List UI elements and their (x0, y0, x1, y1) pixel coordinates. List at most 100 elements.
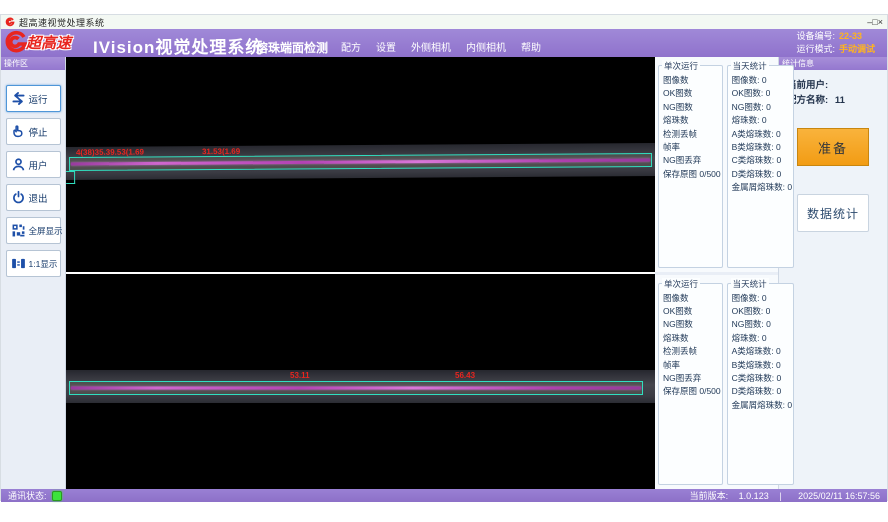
prepare-button[interactable]: 准备 (797, 128, 869, 166)
groupbox-title: 单次运行 (662, 278, 700, 290)
stat-row: 保存原图 0/500 (663, 385, 721, 398)
operation-sidebar: 操作区 运行停止用户退出全屏显示 1:1显示 (1, 57, 66, 489)
datetime-value: 2025/02/11 16:57:56 (798, 491, 880, 501)
stat-row: D类熔珠数: 0 (732, 385, 792, 398)
comm-status-indicator (52, 491, 62, 501)
version-info: 当前版本: 1.0.123 | 2025/02/11 16:57:56 (682, 489, 880, 502)
sidebar-button-label: 运行 (29, 92, 48, 106)
sidebar-button-label: 用户 (29, 158, 48, 172)
user-button[interactable]: 用户 (6, 151, 61, 178)
statusbar-separator: | (779, 491, 781, 501)
image-strip: 4(38)35.39.53(1.69 31.53(1.69 (66, 143, 655, 180)
app-logo-icon (5, 17, 15, 27)
stat-row: 熔珠数: 0 (732, 114, 792, 127)
sidebar-title: 操作区 (1, 57, 65, 70)
groupbox-title: 单次运行 (662, 60, 700, 72)
stat-row: D类熔珠数: 0 (732, 168, 792, 181)
single-run-groupbox: 单次运行图像数OK图数NG图数熔珠数检测丢帧帧率NG图丢弃保存原图 0/500 (658, 65, 723, 268)
sidebar-button-label: 1:1显示 (29, 258, 58, 270)
stat-row: C类熔珠数: 0 (732, 372, 792, 385)
stat-row: NG图数 (663, 318, 721, 331)
app-subtitle: 熔珠端面检测 (256, 39, 328, 56)
run-button[interactable]: 运行 (6, 85, 61, 112)
stat-row: 图像数 (663, 292, 721, 305)
stat-row: A类熔珠数: 0 (732, 128, 792, 141)
os-titlebar: 超高速视觉处理系统 –□× (1, 15, 887, 29)
one-to-one-display-button[interactable]: 1:1显示 (6, 250, 61, 277)
exit-button[interactable]: 退出 (6, 184, 61, 211)
stat-row: NG图丢弃 (663, 372, 721, 385)
desktop: 超高速视觉处理系统 –□× 超高速 IVision视觉处理系统 熔珠端面检测 配… (0, 0, 888, 522)
stop-icon (10, 123, 27, 140)
stat-row: 帧率 (663, 141, 721, 154)
brand-name: 超高速 (26, 32, 71, 53)
exit-icon (10, 189, 27, 206)
daily-groupbox: 当天统计图像数: 0OK图数: 0NG图数: 0熔珠数: 0A类熔珠数: 0B类… (727, 283, 794, 486)
menu-bar: 配方设置外侧相机内侧相机帮助 (341, 39, 541, 54)
window-title: 超高速视觉处理系统 (19, 16, 867, 29)
comm-status-label: 通讯状态: (8, 489, 47, 502)
recipe-name-value: 11 (835, 95, 845, 106)
device-number-value: 22-33 (839, 30, 881, 43)
stat-row: OK图数 (663, 305, 721, 318)
stop-button[interactable]: 停止 (6, 118, 61, 145)
stat-row: OK图数: 0 (732, 87, 792, 100)
groupbox-title: 当天统计 (731, 278, 769, 290)
menu-recipe[interactable]: 配方 (341, 39, 361, 54)
one-to-one-icon (10, 255, 27, 272)
groupbox-title: 当天统计 (731, 60, 769, 72)
detection-rect (69, 153, 652, 171)
image-strip: 53.11 56.43 (66, 370, 655, 403)
sidebar-button-label: 停止 (29, 125, 48, 139)
stat-row: NG图数: 0 (732, 318, 792, 331)
status-bar: 通讯状态: 当前版本: 1.0.123 | 2025/02/11 16:57:5… (1, 489, 887, 502)
brand-swirl-icon (4, 30, 28, 54)
recipe-name-row: 配方名称: 11 (787, 93, 887, 108)
stat-row: C类熔珠数: 0 (732, 154, 792, 167)
menu-settings[interactable]: 设置 (376, 39, 396, 54)
measurement-annotation: 31.53(1.69 (202, 147, 240, 156)
fullscreen-icon (10, 222, 27, 239)
stats-panel-1: 单次运行图像数OK图数NG图数熔珠数检测丢帧帧率NG图丢弃保存原图 0/500 当… (655, 57, 778, 272)
run-icon (10, 90, 27, 107)
detection-rect (69, 381, 643, 395)
stat-row: 熔珠数 (663, 332, 721, 345)
menu-help[interactable]: 帮助 (521, 39, 541, 54)
stat-row: NG图数 (663, 101, 721, 114)
app-window: 超高速视觉处理系统 –□× 超高速 IVision视觉处理系统 熔珠端面检测 配… (0, 14, 888, 501)
device-info: 设备编号: 22-33 运行模式: 手动调试 (796, 30, 881, 56)
daily-groupbox: 当天统计图像数: 0OK图数: 0NG图数: 0熔珠数: 0A类熔珠数: 0B类… (727, 65, 794, 268)
data-statistics-button[interactable]: 数据统计 (797, 194, 869, 232)
camera-view-2: 53.11 56.43 (66, 274, 655, 489)
stat-row: 检测丢帧 (663, 128, 721, 141)
app-title: IVision视觉处理系统 (93, 33, 263, 58)
main-area: 操作区 运行停止用户退出全屏显示 1:1显示 4(38)35.39.53(1.69… (1, 57, 887, 489)
stat-row: 熔珠数: 0 (732, 332, 792, 345)
window-close-button[interactable]: × (878, 17, 883, 27)
statistics-column: 单次运行图像数OK图数NG图数熔珠数检测丢帧帧率NG图丢弃保存原图 0/500当… (655, 57, 779, 489)
measurement-annotation: 56.43 (455, 371, 475, 380)
measurement-annotation: 4(38)35.39.53(1.69 (76, 148, 144, 157)
menu-inner-camera[interactable]: 内侧相机 (466, 39, 506, 54)
app-header: 超高速 IVision视觉处理系统 熔珠端面检测 配方设置外侧相机内侧相机帮助 … (1, 29, 887, 57)
info-panel-title: 统计信息 (779, 57, 887, 70)
bead-line (71, 158, 650, 165)
camera-views: 4(38)35.39.53(1.69 31.53(1.69 53.11 56.43 (66, 57, 655, 489)
stat-row: OK图数 (663, 87, 721, 100)
sidebar-button-label: 全屏显示 (29, 225, 63, 237)
menu-outer-camera[interactable]: 外侧相机 (411, 39, 451, 54)
stat-row: 图像数: 0 (732, 292, 792, 305)
camera-view-1: 4(38)35.39.53(1.69 31.53(1.69 (66, 57, 655, 272)
stat-row: NG图丢弃 (663, 154, 721, 167)
measurement-annotation: 53.11 (290, 371, 310, 380)
stats-panel-2: 单次运行图像数OK图数NG图数熔珠数检测丢帧帧率NG图丢弃保存原图 0/500当… (655, 272, 778, 490)
fullscreen-display-button[interactable]: 全屏显示 (6, 217, 61, 244)
info-panel: 统计信息 当前用户: 配方名称: 11 准备 数据统计 (779, 57, 887, 489)
run-mode-value: 手动调试 (839, 43, 881, 56)
info-rows: 当前用户: 配方名称: 11 (779, 70, 887, 108)
stat-row: A类熔珠数: 0 (732, 345, 792, 358)
device-number-label: 设备编号: (796, 30, 835, 43)
version-value: 1.0.123 (739, 491, 769, 501)
sidebar-buttons: 运行停止用户退出全屏显示 1:1显示 (1, 70, 65, 277)
bead-line (71, 387, 641, 390)
